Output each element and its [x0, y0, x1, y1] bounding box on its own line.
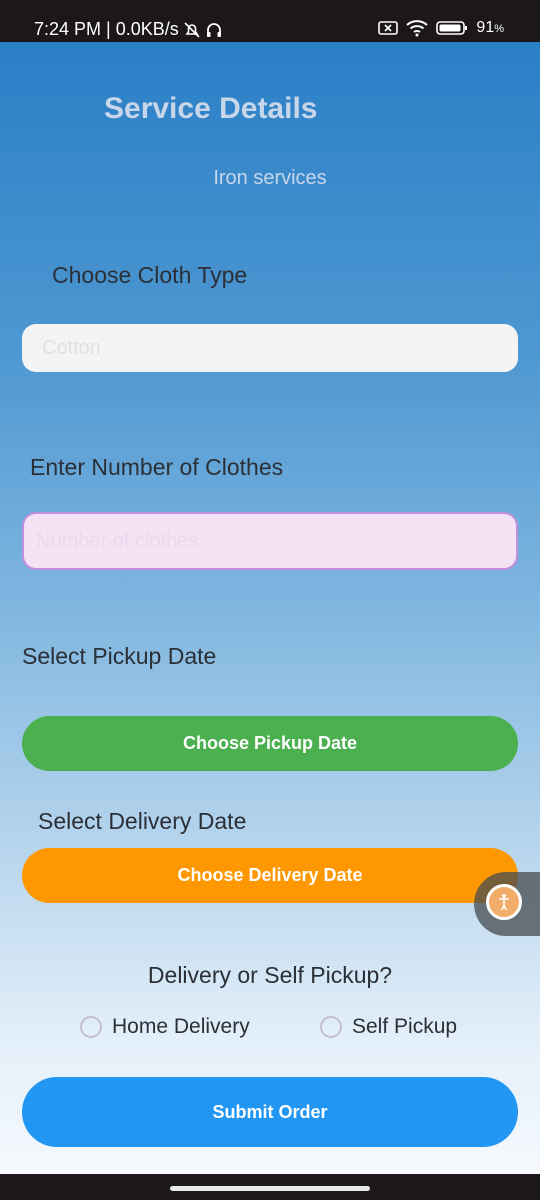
- self-pickup-label: Self Pickup: [352, 1015, 458, 1038]
- status-right: 91%: [378, 19, 504, 37]
- headphones-icon: [206, 22, 221, 37]
- clothes-count-label: Enter Number of Clothes: [30, 454, 284, 480]
- status-left: 7:24 PM | 0.0KB/s: [34, 19, 223, 40]
- choose-delivery-date-button[interactable]: Choose Delivery Date: [22, 848, 518, 903]
- page-subtitle: Iron services: [213, 167, 327, 189]
- accessibility-floating-button[interactable]: [474, 872, 540, 936]
- cloth-type-label: Choose Cloth Type: [52, 262, 248, 288]
- home-delivery-label: Home Delivery: [112, 1015, 250, 1038]
- accessibility-icon: [486, 884, 522, 920]
- self-pickup-radio[interactable]: [320, 1016, 342, 1038]
- no-sim-icon: [378, 21, 399, 35]
- submit-order-button[interactable]: Submit Order: [22, 1077, 518, 1147]
- pickup-date-label: Select Pickup Date: [22, 643, 217, 669]
- self-pickup-option[interactable]: Self Pickup: [320, 1011, 457, 1043]
- mute-bell-icon: [184, 21, 200, 38]
- wifi-icon: [406, 20, 429, 37]
- cloth-type-input[interactable]: [22, 324, 518, 372]
- home-indicator[interactable]: [170, 1186, 370, 1191]
- home-delivery-radio[interactable]: [80, 1016, 102, 1038]
- status-time-speed: 7:24 PM | 0.0KB/s: [34, 19, 179, 39]
- home-delivery-option[interactable]: Home Delivery: [80, 1011, 250, 1043]
- battery-percent: 91%: [476, 19, 504, 36]
- choose-pickup-date-button[interactable]: Choose Pickup Date: [22, 716, 518, 771]
- delivery-date-label: Select Delivery Date: [38, 808, 247, 834]
- delivery-mode-question: Delivery or Self Pickup?: [147, 962, 393, 988]
- battery-icon: [436, 21, 468, 35]
- navigation-bar: [0, 1174, 540, 1200]
- service-details-screen: Service Details Iron services Choose Clo…: [0, 42, 540, 1174]
- status-bar: 7:24 PM | 0.0KB/s 91%: [0, 0, 540, 42]
- clothes-count-input[interactable]: [22, 512, 518, 570]
- page-title: Service Details: [104, 92, 318, 125]
